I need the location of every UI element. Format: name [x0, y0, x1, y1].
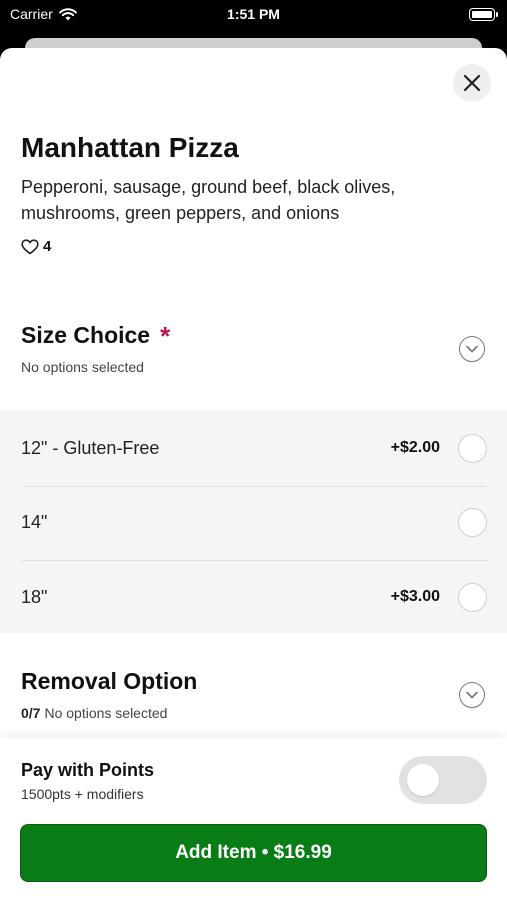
battery-icon — [469, 8, 498, 21]
toggle-knob — [407, 764, 439, 796]
removal-option-title: Removal Option — [21, 668, 198, 694]
option-price: +$3.00 — [390, 588, 440, 605]
chevron-down-icon — [466, 691, 478, 699]
removal-option-count: 0/7 — [21, 705, 41, 721]
status-bar: Carrier 1:51 PM — [0, 0, 507, 32]
heart-icon — [21, 238, 39, 254]
option-label: 12" - Gluten-Free — [21, 437, 160, 458]
size-choice-status: No options selected — [21, 359, 144, 375]
size-option-12-gluten-free[interactable]: 12" - Gluten-Free +$2.00 — [21, 418, 487, 478]
size-choice-header[interactable]: Size Choice * No options selected — [21, 322, 487, 375]
option-radio[interactable] — [458, 582, 487, 612]
item-detail-sheet: Manhattan Pizza Pepperoni, sausage, grou… — [0, 48, 507, 900]
option-radio[interactable] — [458, 507, 487, 537]
pay-with-points-toggle[interactable] — [399, 756, 487, 804]
removal-option-toggle[interactable] — [459, 682, 485, 708]
likes-button[interactable]: 4 — [21, 238, 51, 255]
add-item-button[interactable]: Add Item • $16.99 — [20, 824, 487, 882]
divider — [21, 486, 487, 487]
size-choice-toggle[interactable] — [459, 336, 485, 362]
required-indicator: * — [160, 320, 171, 351]
chevron-down-icon — [466, 345, 478, 353]
option-label: 18" — [21, 586, 48, 607]
likes-count: 4 — [43, 238, 52, 255]
removal-option-status: 0/7 No options selected — [21, 705, 487, 721]
option-price: +$2.00 — [390, 439, 440, 456]
bottom-action-bar: Pay with Points 1500pts + modifiers Add … — [0, 738, 507, 900]
option-radio[interactable] — [458, 433, 487, 463]
points-title: Pay with Points — [21, 760, 155, 780]
size-option-18[interactable]: 18" +$3.00 — [21, 567, 487, 627]
size-options-list: 12" - Gluten-Free +$2.00 14" 18" +$3.00 — [0, 410, 507, 633]
option-label: 14" — [21, 511, 48, 532]
divider — [21, 560, 487, 561]
removal-option-header[interactable]: Removal Option 0/7 No options selected — [21, 668, 487, 721]
removal-option-status-text: No options selected — [44, 705, 168, 721]
close-button[interactable] — [453, 64, 491, 102]
points-subtitle: 1500pts + modifiers — [21, 786, 144, 802]
item-title: Manhattan Pizza — [21, 132, 239, 163]
size-choice-title: Size Choice — [21, 322, 151, 348]
item-description: Pepperoni, sausage, ground beef, black o… — [21, 177, 396, 223]
close-icon — [463, 74, 481, 92]
size-option-14[interactable]: 14" — [21, 492, 487, 552]
status-time: 1:51 PM — [227, 6, 280, 22]
